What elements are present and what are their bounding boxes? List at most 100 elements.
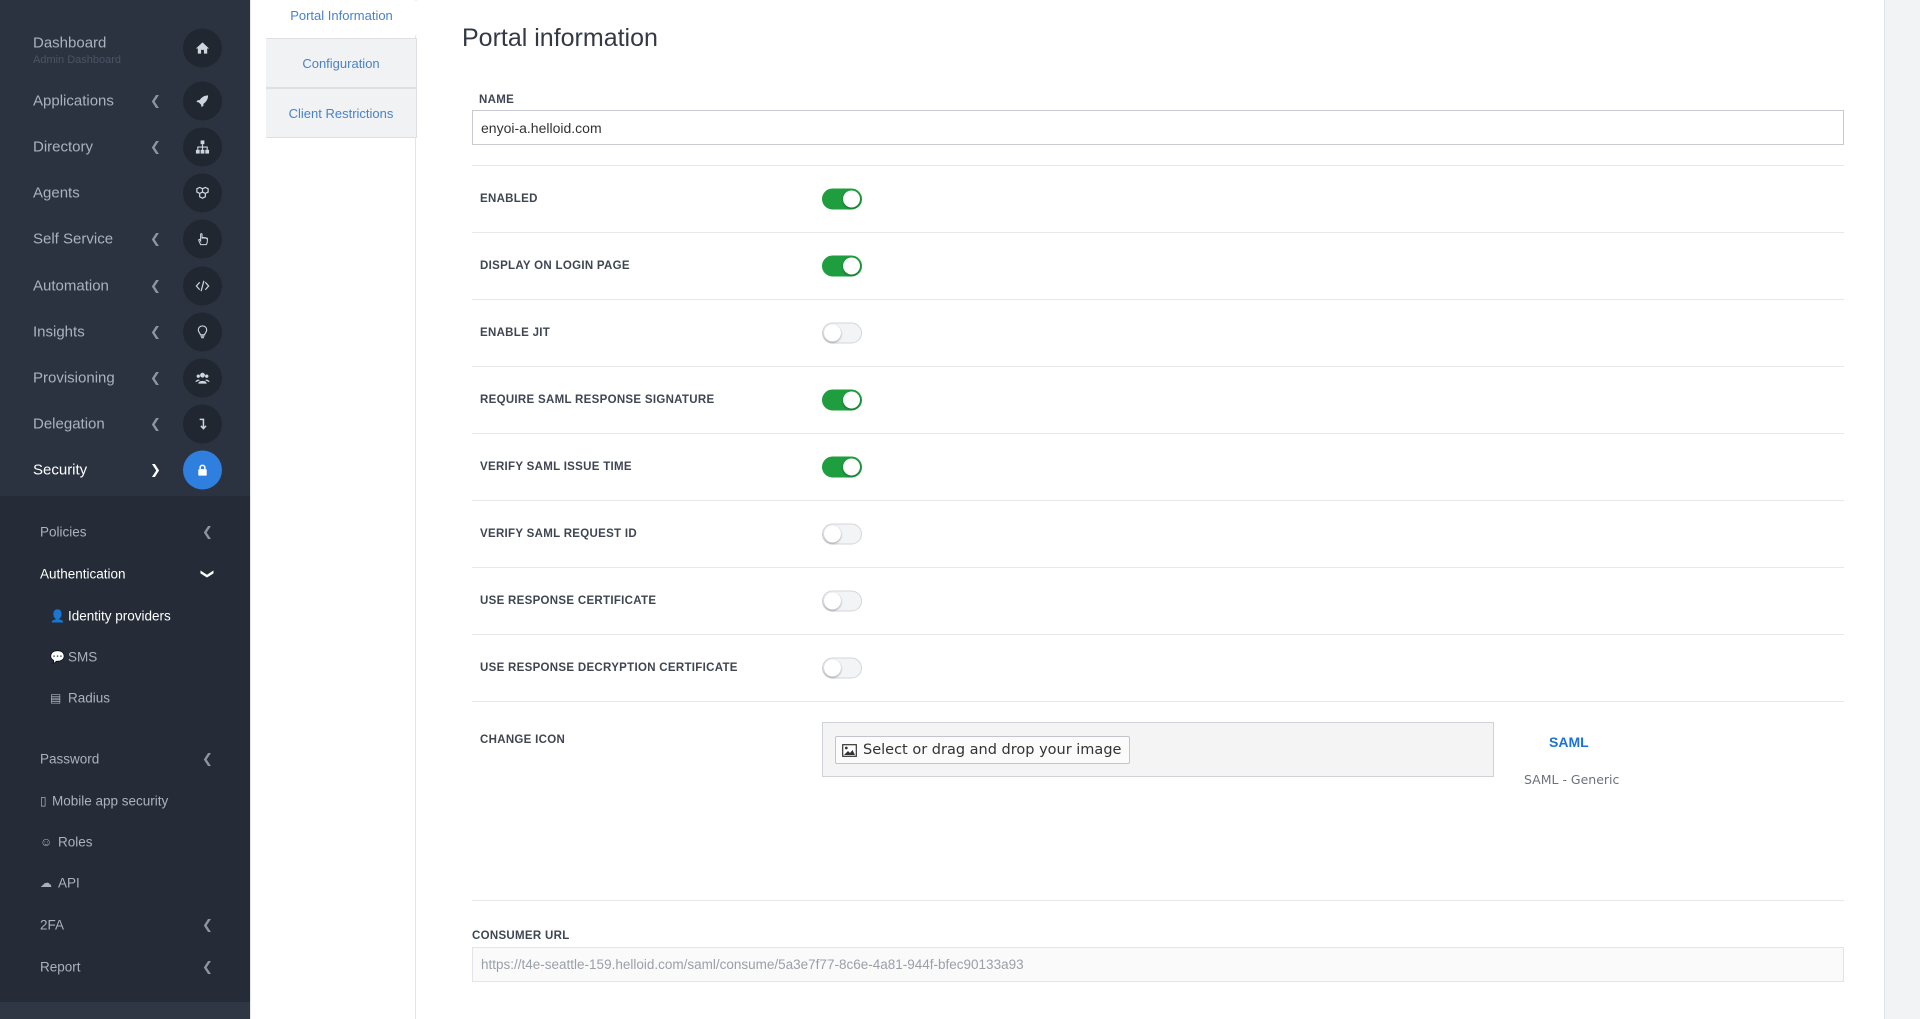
setting-row-verify-saml-issue-time: VERIFY SAML ISSUE TIME (472, 433, 1844, 500)
nav-agents[interactable]: Agents (0, 171, 250, 215)
icon-dropzone[interactable]: Select or drag and drop your image (822, 722, 1494, 777)
toggle-knob (843, 257, 860, 275)
setting-row-verify-saml-request-id: VERIFY SAML REQUEST ID (472, 500, 1844, 567)
submenu-sms-label: SMS (68, 649, 98, 665)
nav-dashboard[interactable]: Dashboard Admin Dashboard (0, 24, 250, 72)
setting-label-verify-saml-issue-time: VERIFY SAML ISSUE TIME (480, 461, 632, 473)
chevron-left-icon: ❮ (150, 93, 161, 108)
divider (472, 900, 1844, 901)
main-content: Portal information NAME ENABLED DISPLAY … (417, 0, 1884, 1019)
right-gutter (1884, 0, 1920, 1019)
users-icon (183, 358, 222, 398)
submenu-2fa[interactable]: 2FA ❮ (0, 908, 250, 942)
toggle-verify-saml-request-id[interactable] (822, 523, 862, 545)
cloud-icon: ☁ (40, 876, 52, 890)
tab-configuration[interactable]: Configuration (266, 38, 417, 88)
tab-client-restrictions[interactable]: Client Restrictions (266, 88, 417, 138)
nav-automation[interactable]: Automation ❮ (0, 264, 250, 308)
toggle-knob (824, 525, 841, 543)
sidebar: Dashboard Admin Dashboard Applications ❮… (0, 0, 250, 1019)
lock-icon (183, 450, 222, 490)
page-title: Portal information (462, 24, 658, 52)
setting-row-display-on-login-page: DISPLAY ON LOGIN PAGE (472, 232, 1844, 299)
submenu-2fa-label: 2FA (40, 917, 65, 933)
setting-row-use-response-certificate: USE RESPONSE CERTIFICATE (472, 567, 1844, 634)
nav-provisioning[interactable]: Provisioning ❮ (0, 356, 250, 400)
nav-delegation[interactable]: Delegation ❮ (0, 402, 250, 446)
detail-tabs: Portal Information Configuration Client … (250, 0, 417, 1019)
tab-portal-information[interactable]: Portal Information (266, 0, 417, 30)
nav-provisioning-label: Provisioning (33, 369, 115, 387)
mobile-icon: ▯ (40, 794, 47, 808)
nav-security-label: Security (33, 461, 88, 479)
setting-label-display-on-login-page: DISPLAY ON LOGIN PAGE (480, 260, 630, 272)
toggle-knob (824, 324, 841, 342)
cubes-icon (183, 173, 222, 213)
submenu-api-label: API (58, 875, 80, 891)
toggle-knob (843, 391, 860, 409)
setting-label-enable-jit: ENABLE JIT (480, 327, 551, 339)
hand-pointer-icon (183, 219, 222, 259)
toggle-display-on-login-page[interactable] (822, 255, 862, 277)
submenu-identity-providers-label: Identity providers (68, 608, 171, 624)
consumer-url-input[interactable] (472, 947, 1844, 982)
setting-label-change-icon: CHANGE ICON (480, 734, 566, 746)
level-down-icon (183, 404, 222, 444)
submenu-roles[interactable]: ☺ Roles (0, 825, 250, 859)
nav-self-service[interactable]: Self Service ❮ (0, 217, 250, 261)
saml-caption: SAML - Generic (1524, 772, 1620, 787)
setting-row-enable-jit: ENABLE JIT (472, 299, 1844, 366)
nav-dashboard-label: Dashboard (33, 34, 107, 52)
submenu-mobile-app-security[interactable]: ▯ Mobile app security (0, 784, 250, 818)
chevron-left-icon: ❮ (150, 370, 161, 385)
image-icon (842, 743, 857, 757)
submenu-radius[interactable]: ▤ Radius (0, 681, 250, 715)
nav-agents-label: Agents (33, 184, 80, 202)
submenu-report[interactable]: Report ❮ (0, 950, 250, 984)
setting-row-require-saml-response-signature: REQUIRE SAML RESPONSE SIGNATURE (472, 366, 1844, 433)
submenu-identity-providers[interactable]: 👤 Identity providers (0, 599, 250, 633)
nav-insights[interactable]: Insights ❮ (0, 310, 250, 354)
name-input[interactable] (472, 110, 1844, 145)
toggle-use-response-decryption-certificate[interactable] (822, 657, 862, 679)
saml-logo: SAML (1549, 734, 1589, 750)
submenu-api[interactable]: ☁ API (0, 866, 250, 900)
user-plus-icon: 👤 (50, 609, 65, 623)
nav-applications-label: Applications (33, 92, 114, 110)
nav-security[interactable]: Security ❯ (0, 448, 250, 492)
submenu-radius-label: Radius (68, 690, 111, 706)
nav-applications[interactable]: Applications ❮ (0, 79, 250, 123)
submenu-password[interactable]: Password ❮ (0, 742, 250, 776)
sitemap-icon (183, 127, 222, 167)
nav-automation-label: Automation (33, 277, 109, 295)
nav-self-service-label: Self Service (33, 230, 114, 248)
select-image-button[interactable]: Select or drag and drop your image (835, 736, 1131, 764)
nav-dashboard-sublabel: Admin Dashboard (33, 54, 122, 66)
setting-label-use-response-certificate: USE RESPONSE CERTIFICATE (480, 595, 657, 607)
chevron-left-icon: ❮ (202, 751, 213, 766)
lightbulb-icon (183, 312, 222, 352)
chevron-left-icon: ❮ (150, 416, 161, 431)
name-label: NAME (479, 94, 515, 106)
chevron-left-icon: ❮ (150, 324, 161, 339)
toggle-enable-jit[interactable] (822, 322, 862, 344)
submenu-policies[interactable]: Policies ❮ (0, 515, 250, 549)
server-icon: ▤ (50, 691, 62, 705)
security-submenu: Policies ❮ Authentication ❯ 👤 Identity p… (0, 496, 250, 1002)
toggle-enabled[interactable] (822, 188, 862, 210)
chevron-left-icon: ❮ (150, 139, 161, 154)
nav-directory[interactable]: Directory ❮ (0, 125, 250, 169)
submenu-policies-label: Policies (40, 524, 87, 540)
toggle-use-response-certificate[interactable] (822, 590, 862, 612)
home-icon (183, 28, 222, 68)
chevron-left-icon: ❮ (150, 231, 161, 246)
code-icon (183, 266, 222, 306)
submenu-sms[interactable]: 💬 SMS (0, 640, 250, 674)
rocket-icon (183, 81, 222, 121)
setting-label-verify-saml-request-id: VERIFY SAML REQUEST ID (480, 528, 637, 540)
toggle-verify-saml-issue-time[interactable] (822, 456, 862, 478)
toggle-require-saml-response-signature[interactable] (822, 389, 862, 411)
chevron-left-icon: ❮ (202, 524, 213, 539)
submenu-authentication-label: Authentication (40, 566, 126, 582)
submenu-authentication[interactable]: Authentication ❯ (0, 557, 250, 591)
